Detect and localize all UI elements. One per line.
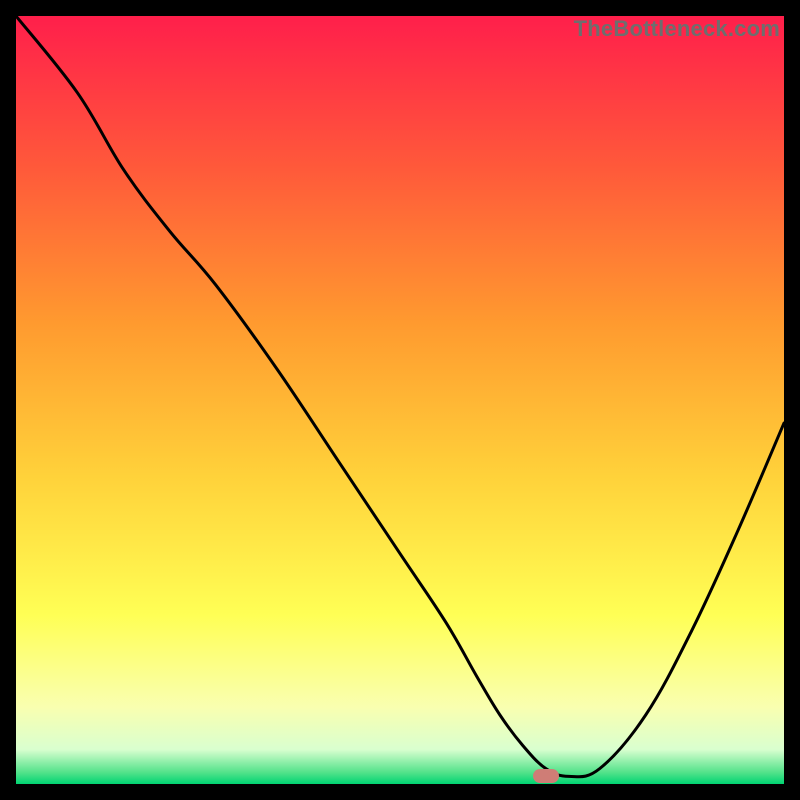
chart-frame: TheBottleneck.com — [16, 16, 784, 784]
watermark-text: TheBottleneck.com — [574, 16, 780, 42]
bottleneck-chart — [16, 16, 784, 784]
optimal-point-marker — [533, 769, 559, 783]
chart-background — [16, 16, 784, 784]
